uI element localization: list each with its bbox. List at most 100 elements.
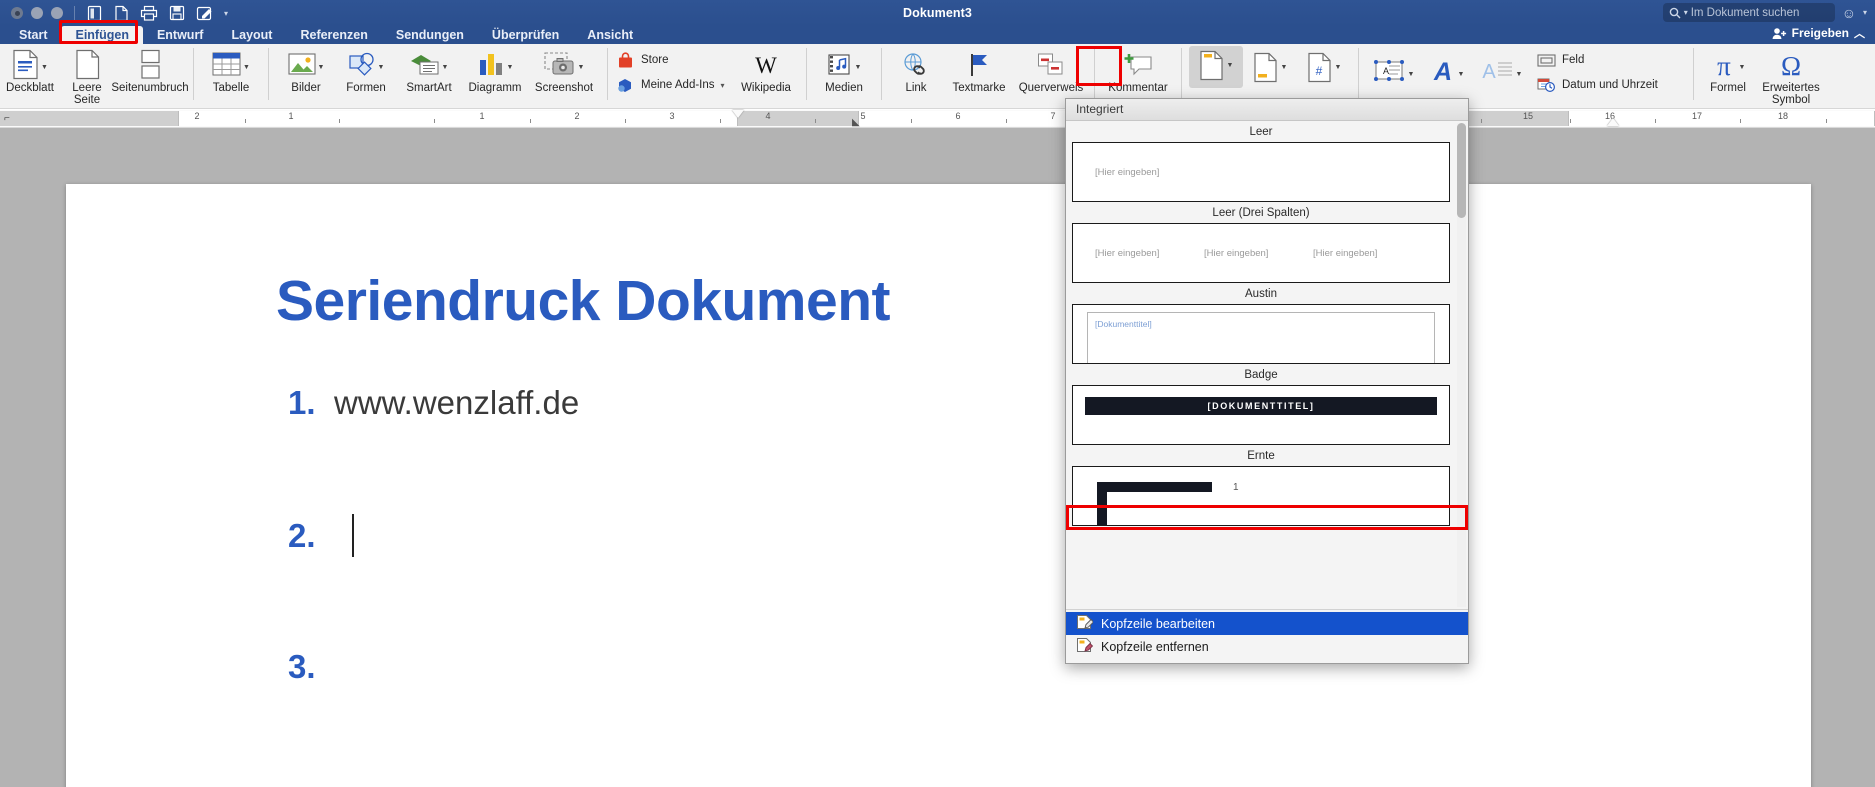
header-button[interactable]: ▼ [1189,46,1243,88]
comment-button[interactable]: Kommentar [1102,44,1174,94]
smartart-chevron-icon[interactable]: ▼ [442,64,449,71]
equation-chevron-icon[interactable]: ▼ [1739,64,1746,71]
ribbon-separator-3 [607,48,608,100]
footer-chevron-icon[interactable]: ▼ [1281,64,1288,71]
screenshot-chevron-icon[interactable]: ▼ [578,64,585,71]
save-icon[interactable] [169,5,185,22]
list-item-2[interactable]: 2. [288,517,334,555]
tab-sendungen[interactable]: Sendungen [382,26,478,44]
tab-ueberpruefen[interactable]: Überprüfen [478,26,573,44]
collapse-ribbon-chevron-icon[interactable]: ︿ [1854,25,1865,41]
link-button[interactable]: Link [889,44,943,94]
svg-text:W: W [755,53,777,78]
table-chevron-icon[interactable]: ▼ [243,64,250,71]
gallery-item-leer3-preview[interactable]: [Hier eingeben] [Hier eingeben] [Hier ei… [1072,223,1450,283]
document-heading[interactable]: Seriendruck Dokument [276,268,891,334]
cross-reference-button[interactable]: Querverweis [1015,44,1087,94]
track-changes-icon[interactable] [196,5,213,22]
my-addins-chevron-icon[interactable]: ▾ [721,81,725,90]
store-button[interactable]: Store [615,51,669,69]
feedback-smiley-icon[interactable]: ☺ [1842,6,1856,20]
wikipedia-button[interactable]: W Wikipedia [733,44,799,95]
chart-chevron-icon[interactable]: ▼ [507,64,514,71]
first-line-indent-marker[interactable] [732,110,744,118]
list-item-3[interactable]: 3. [288,648,334,686]
pictures-chevron-icon[interactable]: ▼ [318,64,325,71]
tab-ansicht[interactable]: Ansicht [573,26,647,44]
overflow-chevron-icon[interactable]: ▾ [224,9,228,18]
list-item-1-text[interactable]: www.wenzlaff.de [334,384,579,422]
ribbon-toolbar: ▼ Deckblatt Leere Seite Seitenumbruch ▼ … [0,44,1875,109]
search-input[interactable]: ▾ Im Dokument suchen [1662,3,1835,22]
advanced-symbol-button[interactable]: Ω Erweitertes Symbol [1755,44,1827,107]
page-number-icon: # ▼ [1307,51,1342,84]
my-addins-button[interactable]: Meine Add-Ins ▾ [615,76,725,94]
minimize-window-button[interactable] [31,7,43,19]
gallery-item-badge[interactable]: Badge [DOKUMENTTITEL] [1066,364,1456,445]
field-button[interactable]: Feld [1536,51,1584,69]
tab-referenzen[interactable]: Referenzen [286,26,381,44]
footer-button[interactable]: ▼ [1243,46,1297,84]
share-control[interactable]: Freigeben ︿ [1772,25,1865,41]
gallery-scrollbar-thumb[interactable] [1457,123,1466,218]
screenshot-button[interactable]: ▼ Screenshot [528,44,600,94]
horizontal-ruler[interactable]: 2 1 1 2 3 4 5 6 7 8 9 15 16 17 18 ⌐ ◣ [0,110,1875,128]
page-break-button[interactable]: Seitenumbruch [111,44,189,94]
gallery-item-ernte[interactable]: Ernte 1 [1066,445,1456,526]
cover-page-button[interactable]: ▼ Deckblatt [0,44,60,94]
gallery-item-badge-preview[interactable]: [DOKUMENTTITEL] [1072,385,1450,445]
tab-start[interactable]: Start [5,26,61,44]
tab-entwurf[interactable]: Entwurf [143,26,218,44]
search-scope-chevron-icon[interactable]: ▾ [1684,8,1688,17]
bookmark-button[interactable]: Textmarke [943,44,1015,94]
page-break-label: Seitenumbruch [111,82,189,94]
smartart-button[interactable]: ▼ SmartArt [396,44,462,94]
drop-cap-chevron-icon[interactable]: ▼ [1516,71,1523,78]
close-window-button[interactable] [11,7,23,19]
hanging-indent-marker[interactable] [1607,118,1619,126]
text-box-chevron-icon[interactable]: ▼ [1408,71,1415,78]
chart-button[interactable]: ▼ Diagramm [462,44,528,94]
wordart-button[interactable]: A ▼ [1420,50,1474,87]
document-page[interactable]: Seriendruck Dokument 1. www.wenzlaff.de … [66,184,1811,787]
page-number-chevron-icon[interactable]: ▼ [1335,64,1342,71]
blank-page-button[interactable]: Leere Seite [60,44,114,106]
gallery-item-leer-drei-spalten[interactable]: Leer (Drei Spalten) [Hier eingeben] [Hie… [1066,202,1456,283]
window-controls[interactable] [11,7,63,19]
print-icon[interactable] [140,5,158,22]
drop-cap-button[interactable]: A ▼ [1474,50,1528,87]
gallery-item-ernte-preview[interactable]: 1 [1072,466,1450,526]
new-blank-document-icon[interactable] [114,5,129,22]
date-time-button[interactable]: Datum und Uhrzeit [1536,76,1658,94]
wordart-chevron-icon[interactable]: ▼ [1458,71,1465,78]
table-button[interactable]: ▼ Tabelle [201,44,261,94]
gallery-item-leer-preview[interactable]: [Hier eingeben] [1072,142,1450,202]
tab-stop-selector-icon[interactable]: ⌐ [4,113,10,124]
header-chevron-icon[interactable]: ▼ [1227,62,1234,69]
media-button[interactable]: ▼ Medien [814,44,874,94]
gallery-item-austin[interactable]: Austin [Dokumenttitel] [1066,283,1456,364]
gallery-item-leer[interactable]: Leer [Hier eingeben] [1066,121,1456,202]
header-gallery-dropdown[interactable]: Integriert Leer [Hier eingeben] Leer (Dr… [1065,98,1469,664]
tab-einfuegen[interactable]: Einfügen [61,26,143,44]
equation-button[interactable]: π ▼ Formel [1701,44,1755,95]
shapes-chevron-icon[interactable]: ▼ [378,64,385,71]
shapes-button[interactable]: ▼ Formen [336,44,396,94]
cover-page-chevron-icon[interactable]: ▼ [41,64,48,71]
media-chevron-icon[interactable]: ▼ [855,64,862,71]
page-number-button[interactable]: # ▼ [1297,46,1351,84]
pictures-button[interactable]: ▼ Bilder [276,44,336,94]
list-item-1[interactable]: 1. www.wenzlaff.de [288,384,579,422]
left-indent-marker[interactable]: ◣ [852,117,860,128]
menu-item-remove-header[interactable]: Kopfzeile entfernen [1066,635,1468,658]
text-box-button[interactable]: A ▼ [1366,50,1420,87]
menu-item-edit-header[interactable]: Kopfzeile bearbeiten [1066,612,1468,635]
gallery-item-austin-preview[interactable]: [Dokumenttitel] [1072,304,1450,364]
new-from-template-icon[interactable] [86,5,103,22]
ruler-number-2: 2 [574,111,580,121]
tab-layout[interactable]: Layout [217,26,286,44]
document-canvas[interactable]: Seriendruck Dokument 1. www.wenzlaff.de … [0,128,1875,787]
maximize-window-button[interactable] [51,7,63,19]
gallery-scroll-area[interactable]: Leer [Hier eingeben] Leer (Drei Spalten)… [1066,121,1468,609]
feedback-chevron-icon[interactable]: ▾ [1863,8,1867,17]
